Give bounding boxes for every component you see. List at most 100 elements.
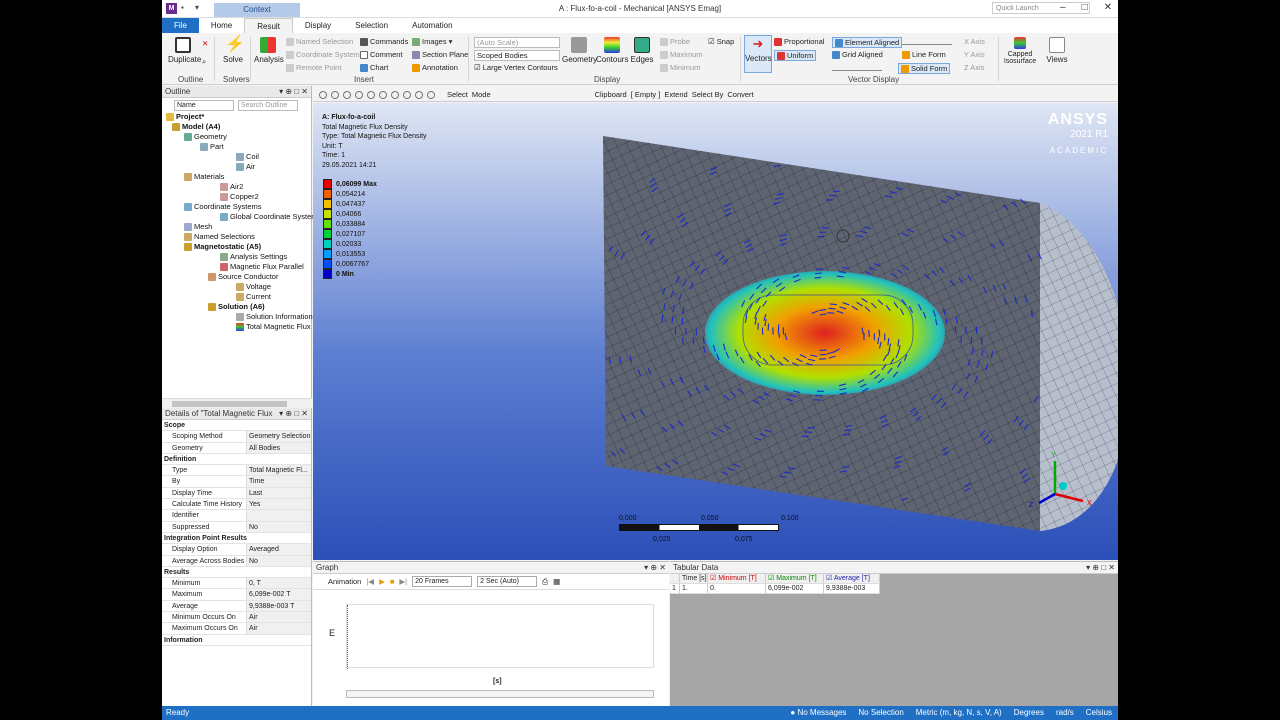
tree-item-project[interactable]: Project* [166, 112, 204, 121]
grid-aligned-button[interactable]: Grid Aligned [832, 50, 883, 59]
tree-item-geometry[interactable]: Geometry [184, 132, 227, 141]
details-value[interactable]: Air [246, 612, 311, 623]
analysis-button[interactable]: Analysis [254, 37, 284, 64]
tab-home[interactable]: Home [199, 18, 244, 33]
tab-file[interactable]: File [162, 18, 199, 33]
minimum-button[interactable]: Minimum [660, 63, 700, 72]
tree-item-voltage[interactable]: Voltage [236, 282, 271, 291]
annotation-button[interactable]: Annotation [412, 63, 458, 72]
coordinate-system-button[interactable]: Coordinate System [286, 50, 360, 59]
zoom-extents-icon[interactable] [403, 90, 411, 99]
duplicate-button[interactable]: Duplicate [168, 37, 201, 64]
axis-triad[interactable]: Y X Z [1025, 449, 1105, 509]
outline-filter-select[interactable]: Name [174, 99, 234, 111]
chart-settings-icon[interactable]: ▦ [553, 577, 560, 586]
details-value[interactable]: Last [246, 487, 311, 499]
named-selection-button[interactable]: Named Selection [286, 37, 353, 46]
y-axis-button[interactable]: Y Axis [964, 50, 985, 59]
tree-item-part[interactable]: Part [200, 142, 224, 151]
details-row[interactable]: Average 9,9388e-003 T [162, 600, 311, 613]
remote-point-button[interactable]: Remote Point [286, 63, 341, 72]
tree-item-solution[interactable]: Solution (A6) [208, 302, 265, 311]
details-row[interactable]: Suppressed No [162, 521, 311, 533]
details-value[interactable]: 0, T [246, 578, 311, 589]
details-value[interactable]: Time [246, 476, 311, 487]
images-button[interactable]: Images ▾ [412, 37, 452, 46]
clipboard-button[interactable]: Clipboard [595, 90, 627, 99]
details-value[interactable]: 6,099e-002 T [246, 589, 311, 600]
tree-item-mesh[interactable]: Mesh [184, 222, 212, 231]
details-row[interactable]: Type Total Magnetic Fl... [162, 465, 311, 477]
solid-form-button[interactable]: Solid Form [898, 63, 951, 74]
panel-controls[interactable]: ▾ ⊕ □ ✕ [1086, 562, 1115, 574]
units-status[interactable]: Metric (m, kg, N, s, V, A) [916, 706, 1002, 720]
details-row[interactable]: Display Option Averaged [162, 544, 311, 556]
details-row[interactable]: Minimum Occurs On Air [162, 612, 311, 624]
snap-checkbox[interactable]: ☑ Snap [708, 37, 734, 46]
graphics-viewport[interactable]: A: Flux-fo-a-coil Total Magnetic Flux De… [313, 103, 1118, 560]
details-value[interactable]: Yes [246, 499, 311, 510]
tree-item-current[interactable]: Current [236, 292, 271, 301]
details-section-header[interactable]: Integration Point Results [162, 532, 311, 545]
details-value[interactable]: Averaged [246, 544, 311, 555]
tab-result[interactable]: Result [244, 18, 293, 33]
details-row[interactable]: Calculate Time History Yes [162, 499, 311, 511]
tree-item-source-conductor[interactable]: Source Conductor [208, 272, 278, 281]
select-button[interactable]: Select [447, 90, 468, 99]
next-view-icon[interactable] [427, 90, 435, 99]
scale-select[interactable]: (Auto Scale) [474, 37, 560, 48]
outline-horizontal-scrollbar[interactable] [162, 398, 312, 408]
details-value[interactable]: Total Magnetic Fl... [246, 465, 311, 476]
details-section-header[interactable]: Definition [162, 453, 311, 466]
minimize-icon[interactable]: – [1060, 2, 1066, 13]
temperature-units-status[interactable]: Celsius [1086, 706, 1112, 720]
select-by-dropdown[interactable]: Select By [692, 90, 724, 99]
details-section-header[interactable]: Results [162, 566, 311, 579]
rotational-velocity-status[interactable]: rad/s [1056, 706, 1074, 720]
probe-button[interactable]: Probe [660, 37, 690, 46]
z-axis-button[interactable]: Z Axis [964, 63, 984, 72]
tree-item-magnetic-flux-parallel[interactable]: Magnetic Flux Parallel [220, 262, 304, 271]
find-icon[interactable]: ⌕ [202, 57, 206, 67]
details-section-header[interactable]: Information [162, 634, 311, 646]
tab-display[interactable]: Display [293, 18, 343, 33]
details-row[interactable]: Scoping Method Geometry Selection [162, 431, 311, 443]
pan-icon[interactable] [379, 90, 387, 99]
vectors-button[interactable]: ➜ Vectors [744, 35, 772, 73]
details-value[interactable]: No [246, 555, 311, 566]
details-value[interactable]: All Bodies [246, 442, 311, 453]
x-axis-button[interactable]: X Axis [964, 37, 985, 46]
element-aligned-button[interactable]: Element Aligned [832, 37, 903, 48]
panel-controls[interactable]: ▾ ⊕ ✕ [644, 562, 666, 574]
panel-controls[interactable]: ▾ ⊕ □ ✕ [279, 408, 308, 420]
tab-automation[interactable]: Automation [400, 18, 464, 33]
convert-dropdown[interactable]: Convert [727, 90, 753, 99]
duration-select[interactable]: 2 Sec (Auto) [477, 576, 538, 587]
column-header-maximum[interactable]: ☑ Maximum [T] [766, 574, 824, 583]
details-value[interactable] [246, 510, 311, 521]
graph-plot-area[interactable] [346, 604, 654, 669]
vector-length-slider[interactable] [902, 37, 952, 45]
next-frame-icon[interactable]: ▶| [399, 577, 407, 586]
tree-item-total-magnetic-flux[interactable]: Total Magnetic Flux D [236, 322, 318, 331]
section-plane-button[interactable]: Section Plane [412, 50, 468, 59]
export-video-icon[interactable]: ⎙ [542, 577, 548, 587]
tree-item-coordinate-systems[interactable]: Coordinate Systems [184, 202, 262, 211]
scoped-bodies-select[interactable]: Scoped Bodies [474, 50, 560, 61]
capped-isosurface-button[interactable]: Capped Isosurface [1000, 37, 1040, 65]
tree-item-magnetostatic[interactable]: Magnetostatic (A5) [184, 242, 261, 251]
zoom-out-icon[interactable] [331, 90, 339, 99]
table-row[interactable]: 1 1. 0. 6,099e-002 9,9388e-003 [670, 584, 880, 594]
frames-select[interactable]: 20 Frames [412, 576, 473, 587]
details-row[interactable]: Minimum 0, T [162, 578, 311, 590]
tree-item-air2[interactable]: Air2 [220, 182, 243, 191]
graph-timeline-scroll[interactable] [346, 690, 654, 698]
angle-units-status[interactable]: Degrees [1014, 706, 1044, 720]
details-value[interactable]: 9,9388e-003 T [246, 600, 311, 612]
details-row[interactable]: Maximum Occurs On Air [162, 623, 311, 635]
close-icon[interactable]: ✕ [1104, 2, 1112, 13]
maximum-button[interactable]: Maximum [660, 50, 703, 59]
contours-button[interactable]: Contours [596, 37, 628, 64]
details-row[interactable]: Average Across Bodies No [162, 555, 311, 567]
panel-controls[interactable]: ▾ ⊕ □ ✕ [279, 86, 308, 98]
